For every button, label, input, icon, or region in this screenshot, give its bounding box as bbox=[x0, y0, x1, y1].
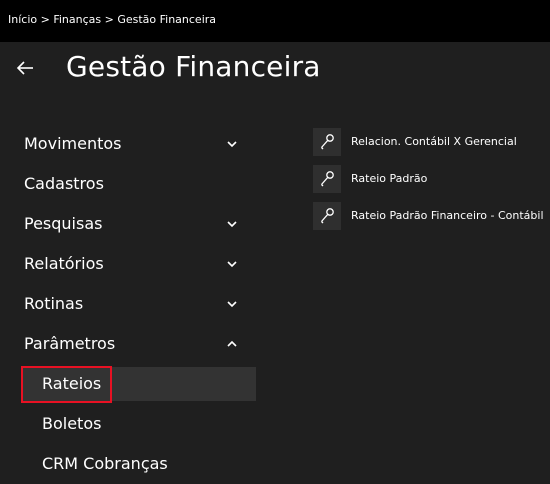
page-header: Gestão Financeira bbox=[0, 42, 550, 102]
back-button[interactable] bbox=[14, 54, 38, 82]
arrow-left-icon bbox=[14, 54, 38, 82]
wrench-icon bbox=[313, 165, 341, 193]
wrench-icon bbox=[313, 128, 341, 156]
chevron-down-icon[interactable] bbox=[226, 258, 238, 270]
nav-item-movimentos[interactable]: Movimentos bbox=[0, 124, 256, 164]
chevron-down-icon[interactable] bbox=[226, 218, 238, 230]
nav-item-relatorios[interactable]: Relatórios bbox=[0, 244, 256, 284]
sub-item-label: Rateios bbox=[42, 374, 102, 393]
sidebar-nav: Movimentos Cadastros Pesquisas Relatório… bbox=[0, 124, 256, 484]
nav-item-label: Parâmetros bbox=[24, 334, 116, 353]
chevron-up-icon[interactable] bbox=[226, 338, 238, 350]
link-rateio-padrao-financeiro-contabil[interactable]: Rateio Padrão Financeiro - Contábil bbox=[313, 200, 549, 237]
nav-item-label: Cadastros bbox=[24, 174, 104, 193]
top-bar: Início > Finanças > Gestão Financeira bbox=[0, 0, 550, 42]
breadcrumb[interactable]: Início > Finanças > Gestão Financeira bbox=[8, 13, 216, 26]
nav-item-label: Movimentos bbox=[24, 134, 122, 153]
link-label: Relacion. Contábil X Gerencial bbox=[351, 135, 517, 148]
nav-item-cadastros[interactable]: Cadastros bbox=[0, 164, 256, 204]
sub-item-crm-cobrancas[interactable]: CRM Cobranças bbox=[0, 444, 256, 484]
sub-item-boletos[interactable]: Boletos bbox=[0, 404, 256, 444]
sub-item-label: Boletos bbox=[42, 414, 102, 433]
link-label: Rateio Padrão bbox=[351, 172, 428, 185]
nav-item-label: Relatórios bbox=[24, 254, 104, 273]
sub-item-rateios[interactable]: Rateios bbox=[0, 364, 256, 404]
links-panel: Relacion. Contábil X Gerencial Rateio Pa… bbox=[313, 126, 549, 237]
nav-item-parametros[interactable]: Parâmetros bbox=[0, 324, 256, 364]
chevron-down-icon[interactable] bbox=[226, 298, 238, 310]
wrench-icon bbox=[313, 202, 341, 230]
link-label: Rateio Padrão Financeiro - Contábil bbox=[351, 209, 544, 222]
link-relacion-contabil-gerencial[interactable]: Relacion. Contábil X Gerencial bbox=[313, 126, 549, 163]
sub-item-label: CRM Cobranças bbox=[42, 454, 168, 473]
page-title: Gestão Financeira bbox=[66, 50, 321, 83]
nav-item-rotinas[interactable]: Rotinas bbox=[0, 284, 256, 324]
chevron-down-icon[interactable] bbox=[226, 138, 238, 150]
nav-item-label: Pesquisas bbox=[24, 214, 103, 233]
nav-item-label: Rotinas bbox=[24, 294, 84, 313]
nav-item-pesquisas[interactable]: Pesquisas bbox=[0, 204, 256, 244]
link-rateio-padrao[interactable]: Rateio Padrão bbox=[313, 163, 549, 200]
